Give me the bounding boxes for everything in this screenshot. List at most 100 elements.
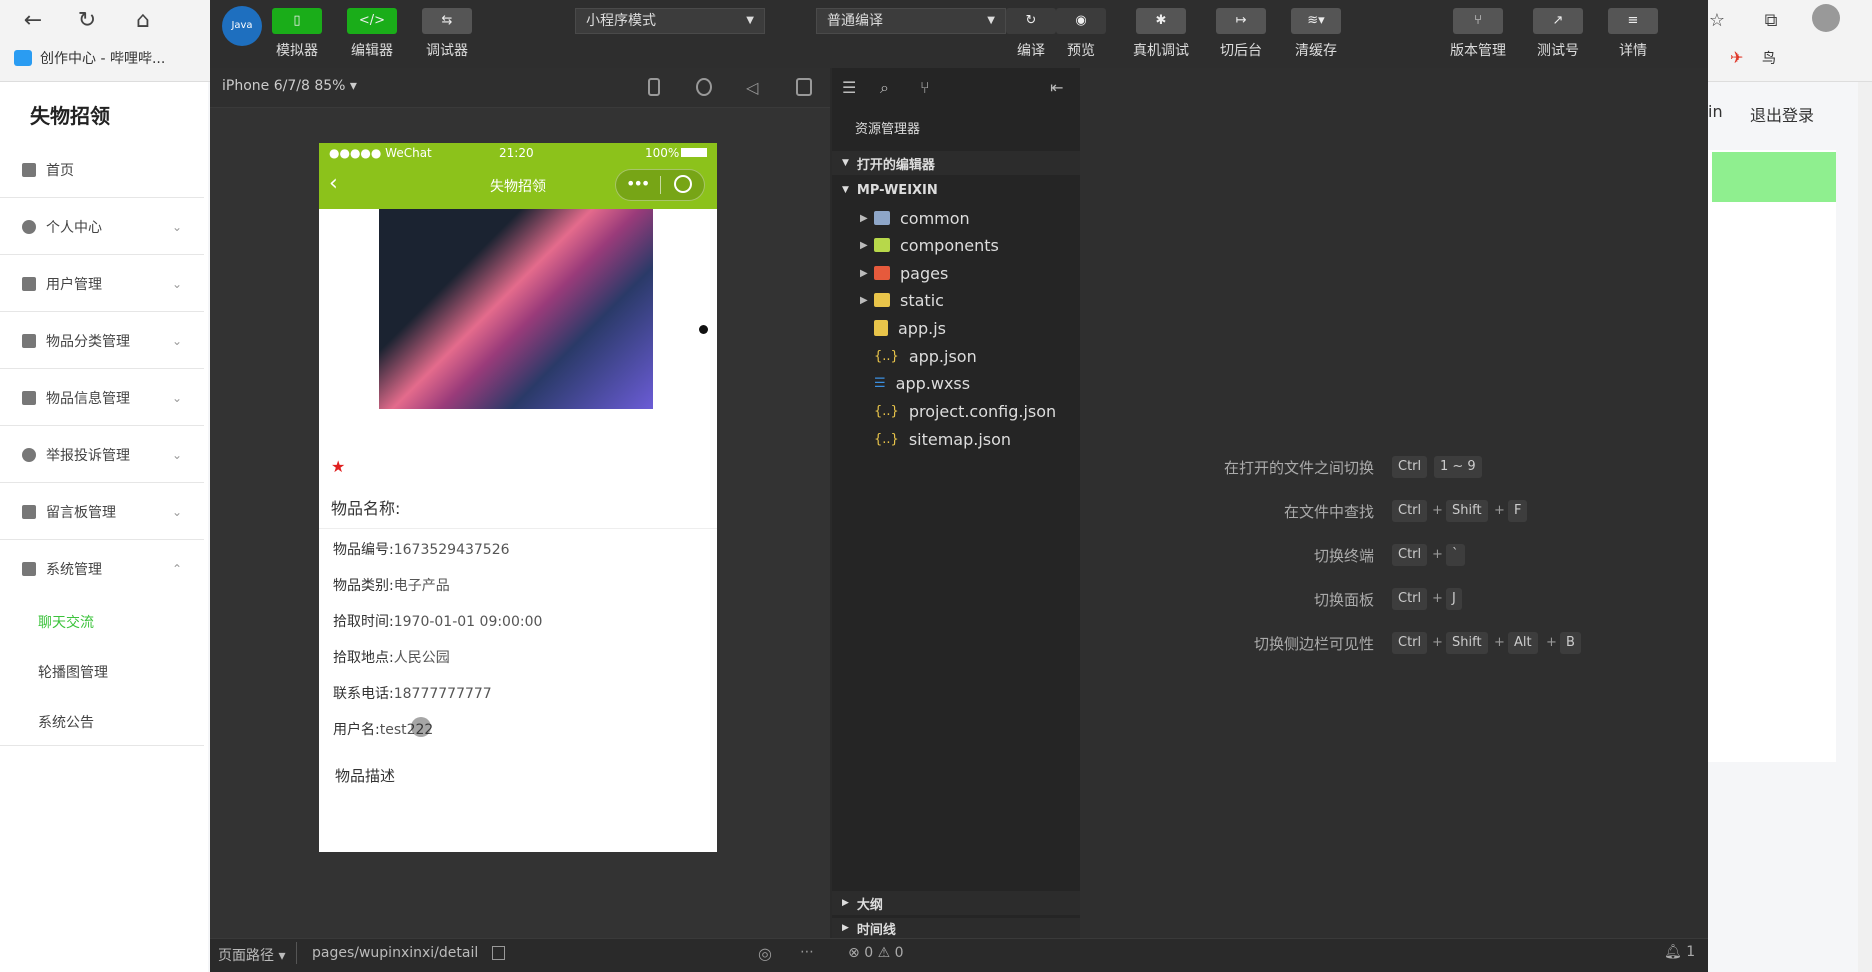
key-cap: Ctrl: [1392, 544, 1428, 566]
debugger-label: 调试器: [426, 43, 468, 59]
chevron-down-icon: ⌄: [171, 390, 182, 405]
menu-label: 举报投诉管理: [46, 447, 130, 464]
tree-folder-pages[interactable]: ▶ pages: [860, 261, 948, 285]
submenu-chat[interactable]: 聊天交流: [38, 612, 94, 632]
settings-icon: [22, 562, 36, 576]
logout-link[interactable]: 退出登录: [1750, 102, 1814, 126]
project-section[interactable]: ▼ MP-WEIXIN: [832, 178, 1080, 202]
details-button[interactable]: ≡: [1608, 8, 1658, 34]
collections-icon[interactable]: ⧉: [1756, 6, 1786, 36]
tree-file-app-wxss[interactable]: ☰ app.wxss: [860, 371, 970, 395]
debugger-button[interactable]: ⇆: [422, 8, 472, 34]
field-label: 物品编号:: [333, 542, 394, 558]
timeline-section[interactable]: ▶ 时间线: [832, 918, 1080, 938]
source-control-icon[interactable]: ⑂: [920, 78, 930, 97]
bird-icon: ✈: [1730, 48, 1744, 67]
box-icon: [22, 333, 36, 348]
key-cap: Ctrl: [1392, 632, 1428, 654]
page-scrollbar[interactable]: [1858, 82, 1872, 972]
field-value: 电子产品: [393, 578, 450, 594]
submenu-notice[interactable]: 系统公告: [38, 712, 94, 732]
more-icon[interactable]: •••: [626, 174, 650, 193]
carousel-dot[interactable]: [699, 325, 708, 334]
device-value: iPhone 6/7/8 85%: [222, 78, 346, 94]
submenu-carousel[interactable]: 轮播图管理: [38, 662, 108, 682]
tree-file-app-js[interactable]: app.js: [860, 316, 946, 340]
close-miniprogram-icon[interactable]: [674, 175, 692, 193]
device-select[interactable]: iPhone 6/7/8 85% ▾: [222, 78, 357, 94]
refresh-icon: ↻: [1025, 13, 1037, 28]
notifications[interactable]: 🔔︎ 1: [1664, 944, 1695, 960]
volume-icon[interactable]: ◁: [746, 78, 758, 97]
chevron-down-icon: ⌄: [171, 219, 182, 234]
editor-label: 编辑器: [351, 43, 393, 59]
real-debug-button[interactable]: ✱: [1136, 8, 1186, 34]
tree-file-app-json[interactable]: {..} app.json: [860, 344, 977, 368]
bookmark-bird[interactable]: 鸟: [1762, 48, 1776, 68]
phone-nav-bar: ‹ 失物招领 •••: [319, 163, 717, 209]
key-cap: Shift: [1446, 632, 1488, 654]
menu-label: 个人中心: [46, 219, 102, 236]
search-icon[interactable]: ⌕: [880, 78, 889, 98]
menu-item-reports[interactable]: 举报投诉管理 ⌄: [0, 427, 204, 483]
bilibili-icon: [14, 50, 32, 66]
copy-icon[interactable]: [492, 946, 505, 960]
editor-button[interactable]: </>: [347, 8, 397, 34]
code-icon: </>: [358, 13, 386, 28]
collapse-sidebar-icon[interactable]: ⇤: [1050, 78, 1063, 97]
profile-icon[interactable]: [1812, 4, 1840, 32]
menu-item-messages[interactable]: 留言板管理 ⌄: [0, 484, 204, 540]
phone-screen: ●●●●● WeChat 21:20 100% ‹ 失物招领 ••• ★ 物品名…: [319, 143, 717, 852]
mode-select[interactable]: 小程序模式 ▼: [575, 8, 765, 34]
page-path-select[interactable]: 页面路径 ▾: [218, 945, 285, 965]
menu-label: 物品信息管理: [46, 390, 130, 407]
tree-folder-static[interactable]: ▶ static: [860, 288, 944, 312]
menu-item-users[interactable]: 用户管理 ⌄: [0, 256, 204, 312]
test-account-button[interactable]: ↗: [1533, 8, 1583, 34]
product-image[interactable]: [379, 209, 653, 409]
folder-icon: [874, 293, 890, 307]
capsule-divider: [660, 176, 661, 194]
home-icon[interactable]: ⌂: [128, 6, 158, 36]
menu-label: 首页: [46, 162, 74, 179]
chevron-down-icon: ▼: [842, 185, 849, 195]
tree-file-sitemap[interactable]: {..} sitemap.json: [860, 427, 1011, 451]
tree-folder-common[interactable]: ▶ common: [860, 206, 970, 230]
rotate-device-icon[interactable]: [648, 78, 660, 96]
key-cap: 1 ~ 9: [1434, 456, 1482, 478]
record-icon[interactable]: [696, 78, 712, 96]
branch-icon: ⑂: [1474, 13, 1482, 28]
reload-icon[interactable]: ↻: [72, 6, 102, 36]
capsule-menu[interactable]: •••: [615, 169, 705, 201]
menu-item-system[interactable]: 系统管理 ⌃: [0, 541, 204, 597]
menu-item-category[interactable]: 物品分类管理 ⌄: [0, 313, 204, 369]
background-button[interactable]: ↦: [1216, 8, 1266, 34]
tree-folder-components[interactable]: ▶ components: [860, 233, 999, 257]
compile-mode-select[interactable]: 普通编译 ▼: [816, 8, 1006, 34]
problems-indicator[interactable]: ⊗ 0 ⚠ 0: [848, 945, 904, 961]
flag-icon: [22, 504, 36, 519]
simulator-button[interactable]: ▯: [272, 8, 322, 34]
version-button[interactable]: ⑂: [1453, 8, 1503, 34]
eye-icon[interactable]: ◎: [758, 944, 772, 963]
sidebar-divider: [0, 745, 204, 746]
more-icon[interactable]: ⋯: [800, 944, 814, 960]
clear-cache-button[interactable]: ≋▾: [1291, 8, 1341, 34]
back-icon[interactable]: ←: [18, 6, 48, 36]
preview-button[interactable]: ◉: [1056, 8, 1106, 34]
chevron-right-icon: ▶: [860, 212, 868, 224]
tree-file-project-config[interactable]: {..} project.config.json: [860, 399, 1056, 423]
window-icon[interactable]: [796, 78, 812, 96]
menu-item-home[interactable]: 首页: [0, 142, 204, 198]
menu-item-profile[interactable]: 个人中心 ⌄: [0, 199, 204, 255]
shortcut-label: 在打开的文件之间切换: [1223, 459, 1374, 477]
menu-item-items[interactable]: 物品信息管理 ⌄: [0, 370, 204, 426]
compile-button[interactable]: ↻: [1006, 8, 1056, 34]
field-row[interactable]: 联系电话:18777777777: [333, 683, 492, 703]
favorite-star-icon[interactable]: ★: [331, 457, 345, 476]
app-avatar-icon[interactable]: Java: [222, 6, 262, 46]
bookmark-item[interactable]: 创作中心 - 哔哩哔...: [14, 47, 165, 69]
open-editors-section[interactable]: ▼ 打开的编辑器: [832, 151, 1080, 175]
outline-section[interactable]: ▶ 大纲: [832, 891, 1080, 915]
list-icon[interactable]: ☰: [842, 78, 856, 97]
